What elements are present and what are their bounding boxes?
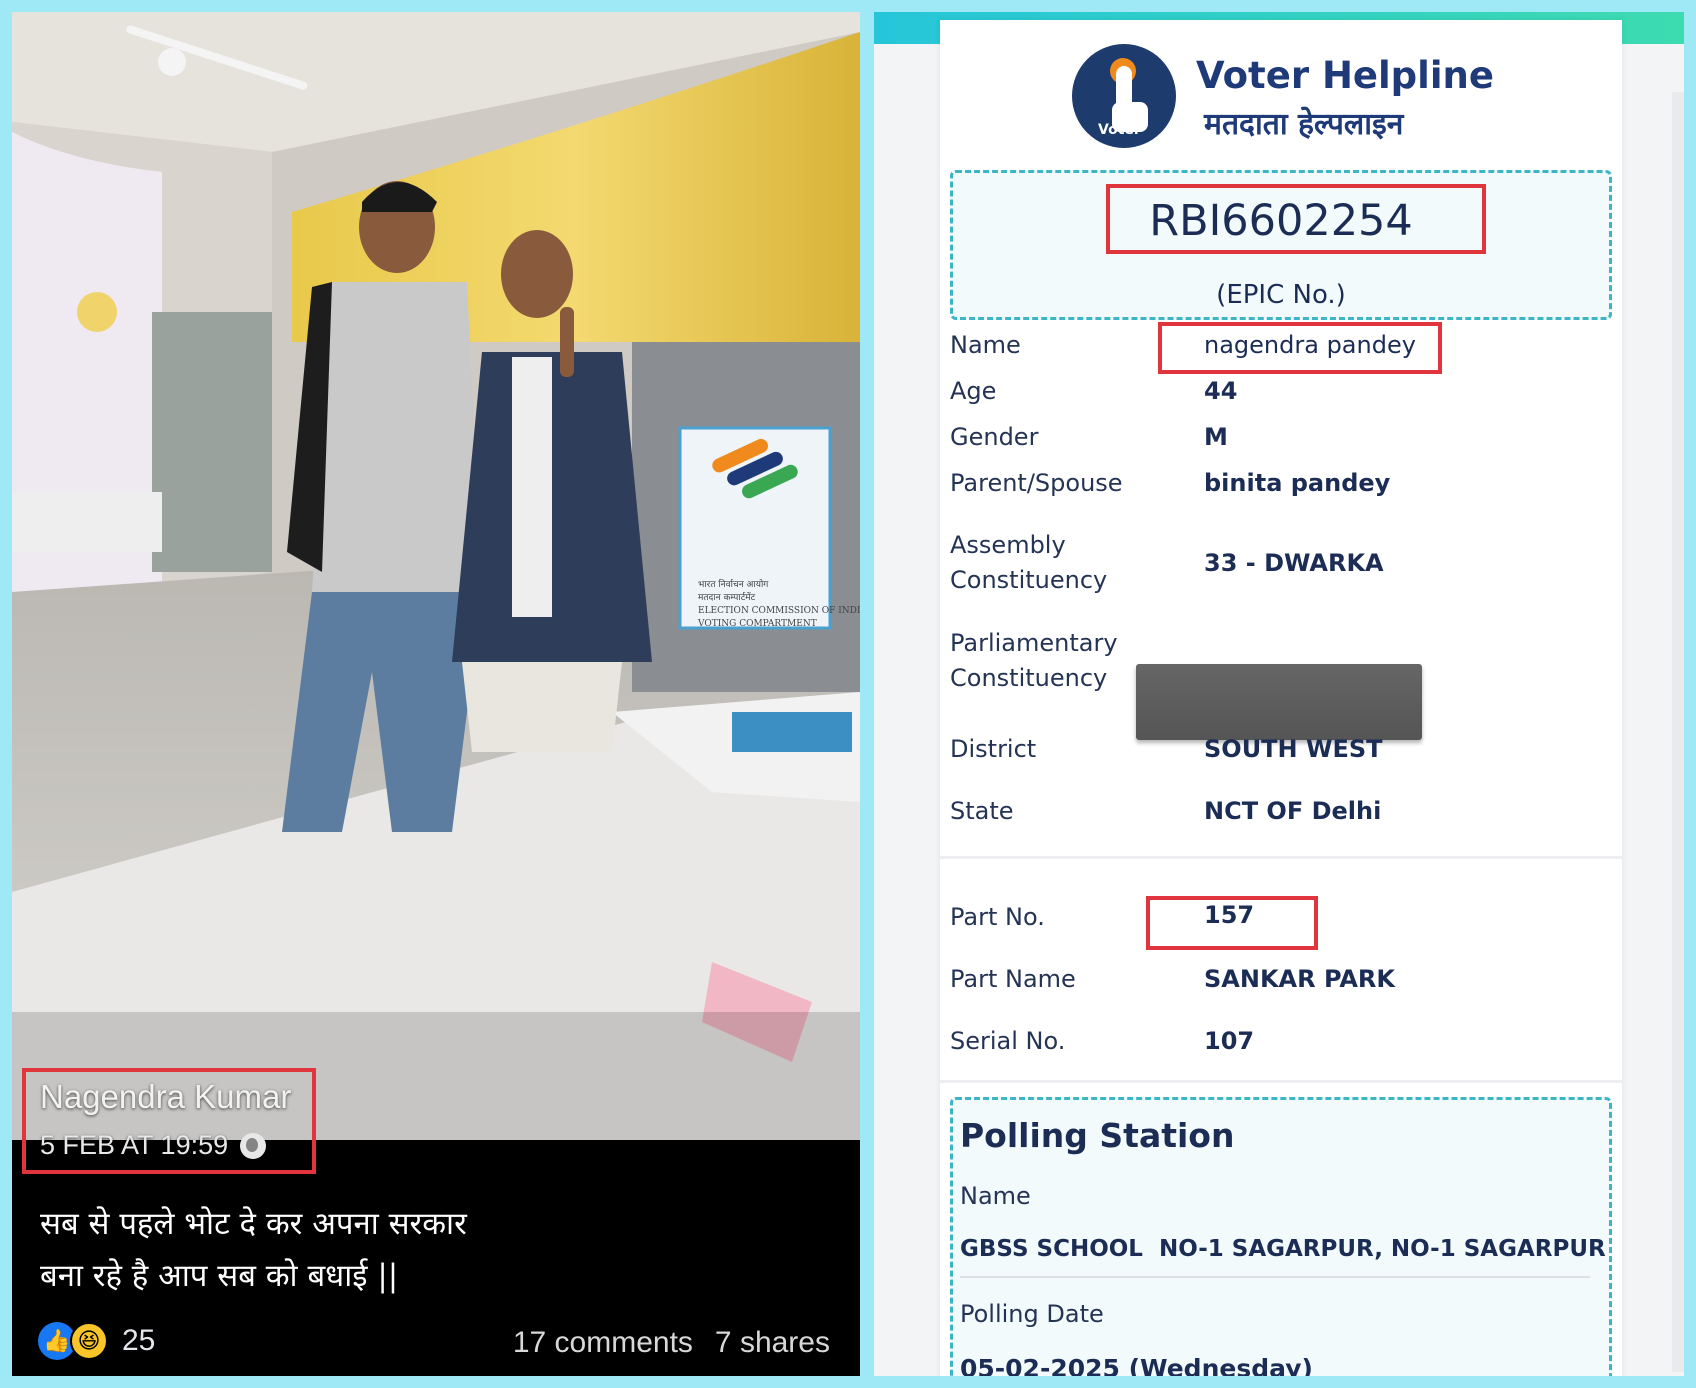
polling-station-title: Polling Station [960,1116,1235,1155]
poster-text-line: भारत निर्वाचन आयोग [698,578,769,590]
name-value: nagendra pandey [1204,331,1416,359]
age-label: Age [950,377,997,405]
poster-text-line: ELECTION COMMISSION OF INDIA [698,606,860,616]
voter-helpline-logo-icon: Voter [1072,44,1176,148]
part-no-label: Part No. [950,903,1045,931]
state-value: NCT OF Delhi [1204,797,1382,825]
part-name-value: SANKAR PARK [1204,965,1395,993]
poster-text-line: VOTING COMPARTMENT [697,619,817,629]
app-title: Voter Helpline [1196,54,1494,97]
serial-no-value: 107 [1204,1027,1255,1055]
poster-text-line: मतदान कम्पार्टमेंट [698,591,756,603]
post-stats: 17 comments 7 shares [513,1326,830,1360]
age-value: 44 [1204,377,1238,405]
gender-value: M [1204,423,1228,451]
post-timestamp[interactable]: 5 FEB AT 19:59 [40,1130,267,1161]
shares-link[interactable]: 7 shares [715,1326,830,1360]
post-author[interactable]: Nagendra Kumar [40,1078,291,1116]
assembly-label-line2: Constituency [950,566,1108,594]
post-photo[interactable]: भारत निर्वाचन आयोग मतदान कम्पार्टमेंट ELEC… [12,12,860,1140]
polling-station-name-label: Name [960,1182,1031,1210]
globe-icon [240,1132,267,1159]
section-divider [940,856,1622,859]
logo-text: Voter [1098,122,1141,138]
reactions-summary[interactable]: 👍 😆 25 [38,1322,155,1360]
epic-label: (EPIC No.) [1216,280,1346,310]
post-caption: सब से पहले भोट दे कर अपना सरकार बना रहे … [40,1206,467,1294]
name-label: Name [950,331,1021,359]
post-timestamp-text: 5 FEB AT 19:59 [40,1130,229,1160]
reaction-count: 25 [122,1324,156,1357]
app-title-hindi: मतदाता हेल्पलाइन [1204,107,1404,142]
part-no-value: 157 [1204,901,1255,929]
district-value: SOUTH WEST [1204,735,1383,763]
social-post: भारत निर्वाचन आयोग मतदान कम्पार्टमेंट ELEC… [12,12,860,1376]
part-name-label: Part Name [950,965,1076,993]
parliamentary-label-line2: Constituency [950,664,1108,692]
polling-station-divider [960,1276,1590,1278]
gender-label: Gender [950,423,1039,451]
parent-value: binita pandey [1204,469,1391,497]
serial-no-label: Serial No. [950,1027,1066,1055]
epic-number: RBI6602254 [1149,196,1413,246]
assembly-label-line1: Assembly [950,531,1066,559]
voter-details-card: Voter Voter Helpline मतदाता हेल्पलाइन RB… [940,20,1622,1376]
voter-helpline-panel: Voter Voter Helpline मतदाता हेल्पलाइन RB… [874,12,1684,1376]
redacted-block [1136,664,1422,740]
state-label: State [950,797,1014,825]
assembly-value: 33 - DWARKA [1204,549,1384,577]
section-divider [940,1080,1622,1083]
polling-date-label: Polling Date [960,1300,1104,1328]
comments-link[interactable]: 17 comments [513,1326,693,1360]
parliamentary-label-line1: Parliamentary [950,629,1118,657]
page-edge [1672,92,1684,1372]
district-label: District [950,735,1037,763]
polling-date-value: 05-02-2025 (Wednesday) [960,1354,1313,1376]
haha-icon: 😆 [70,1322,108,1360]
polling-station-name-value: GBSS SCHOOL NO-1 SAGARPUR, NO-1 SAGARPUR [960,1236,1606,1262]
parent-label: Parent/Spouse [950,469,1123,497]
